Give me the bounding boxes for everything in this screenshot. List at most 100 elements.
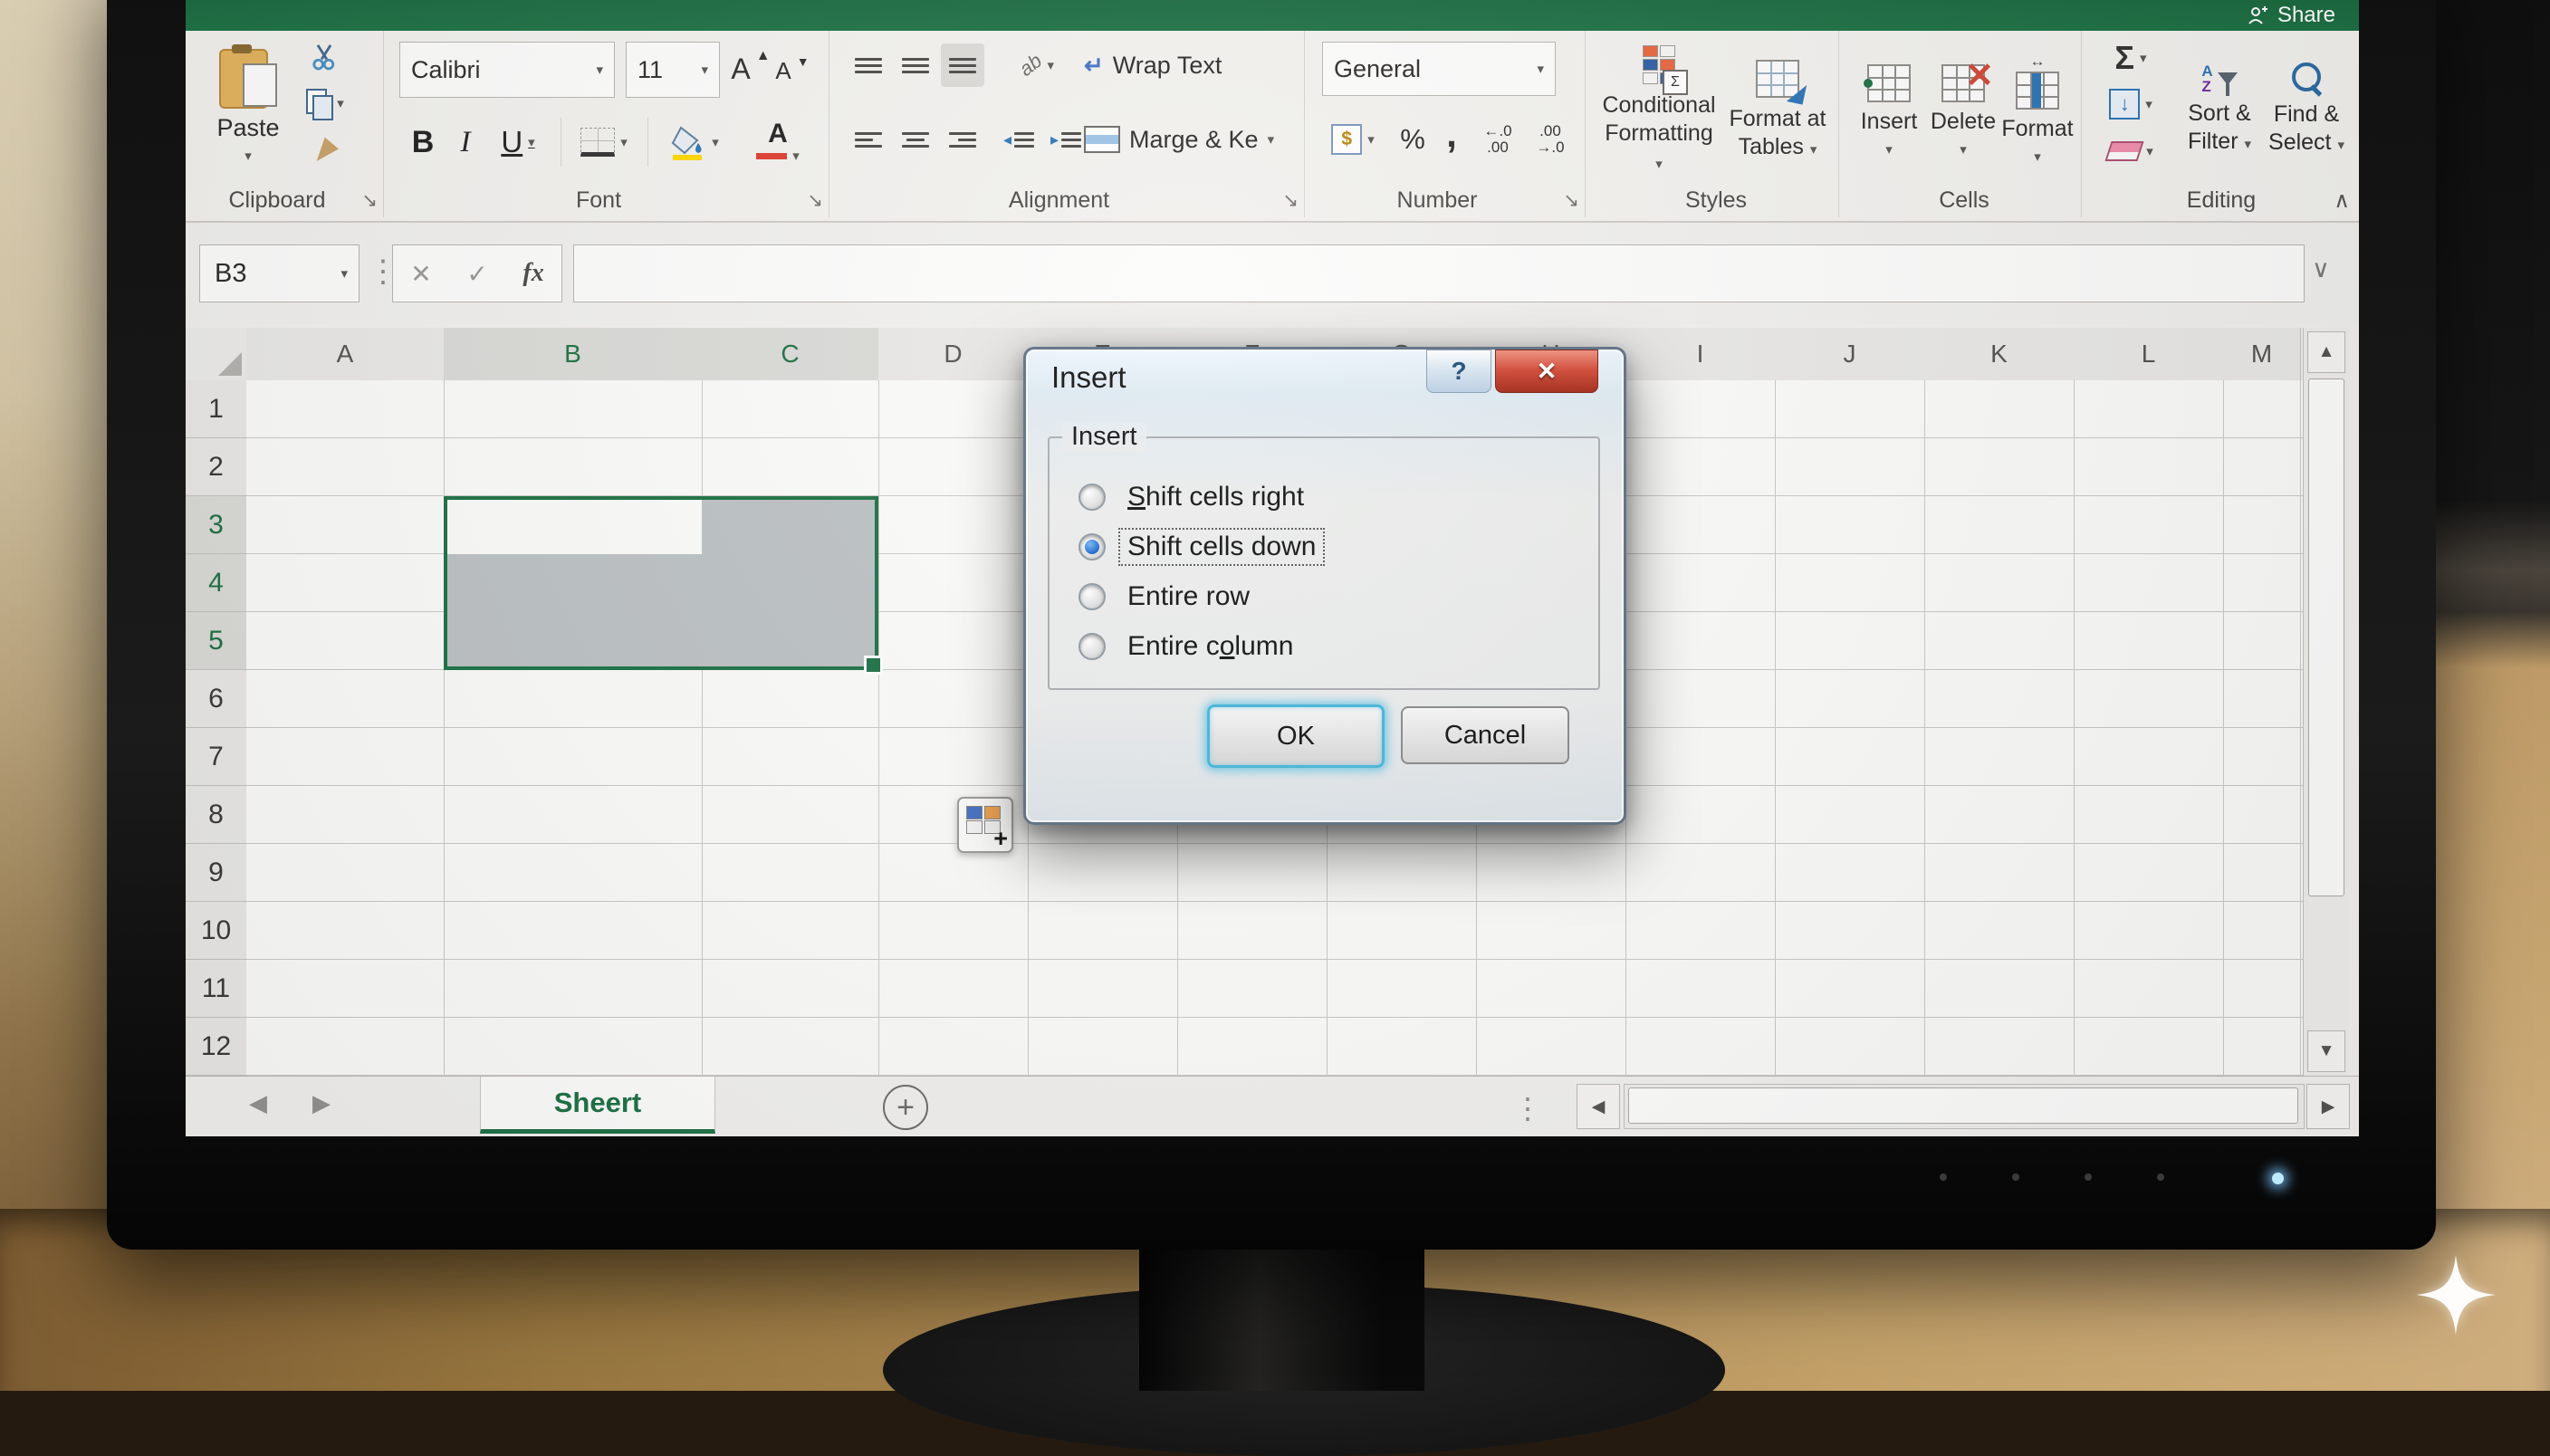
top-align-button[interactable] xyxy=(847,43,890,87)
conditional-formatting-button[interactable]: Σ ConditionalFormatting ▾ xyxy=(1599,36,1719,187)
radio-icon[interactable] xyxy=(1078,583,1106,610)
scroll-left-icon[interactable]: ◀ xyxy=(1577,1084,1620,1129)
sheet-tab-active[interactable]: Sheert xyxy=(480,1077,715,1134)
column-header-I[interactable]: I xyxy=(1625,328,1776,382)
horizontal-scroll-thumb[interactable] xyxy=(1628,1087,2298,1124)
orientation-button[interactable]: ab ▾ xyxy=(1001,43,1073,87)
format-table-dropdown-icon[interactable]: ▾ xyxy=(1810,142,1817,158)
delete-dropdown-icon[interactable]: ▾ xyxy=(1960,141,1967,158)
sort-filter-dropdown-icon[interactable]: ▾ xyxy=(2244,137,2251,152)
row-header-4[interactable]: 4 xyxy=(186,554,250,612)
find-select-button[interactable]: Find &Select ▾ xyxy=(2264,38,2349,183)
number-dialog-launcher-icon[interactable]: ↘ xyxy=(1563,189,1579,212)
vertical-scrollbar[interactable]: ▲ ▼ xyxy=(2303,328,2349,1076)
font-color-button[interactable]: A ▾ xyxy=(740,116,816,168)
scroll-down-icon[interactable]: ▼ xyxy=(2307,1030,2345,1072)
italic-button[interactable]: I xyxy=(448,118,483,167)
insert-cells-button[interactable]: Insert ▾ xyxy=(1855,38,1923,183)
font-color-dropdown-icon[interactable]: ▾ xyxy=(792,148,800,164)
copy-dropdown-icon[interactable]: ▾ xyxy=(337,95,344,111)
radio-icon[interactable] xyxy=(1078,633,1106,660)
scroll-up-icon[interactable]: ▲ xyxy=(2307,331,2345,373)
bottom-align-button[interactable] xyxy=(941,43,984,87)
merge-center-dropdown-icon[interactable]: ▾ xyxy=(1268,131,1275,148)
insert-function-icon[interactable]: fx xyxy=(522,259,543,288)
insert-dropdown-icon[interactable]: ▾ xyxy=(1885,141,1893,158)
collapse-ribbon-icon[interactable]: ∧ xyxy=(2334,187,2350,214)
format-cells-button[interactable]: ↔ Format ▾ xyxy=(2003,38,2072,183)
conditional-dropdown-icon[interactable]: ▾ xyxy=(1655,157,1663,172)
fill-dropdown-icon[interactable]: ▾ xyxy=(2145,96,2152,112)
confirm-entry-icon[interactable]: ✓ xyxy=(466,259,487,289)
cancel-entry-icon[interactable]: ✕ xyxy=(410,259,431,289)
horizontal-scrollbar[interactable] xyxy=(1624,1084,2305,1129)
dialog-help-button[interactable]: ? xyxy=(1426,350,1491,393)
font-name-select[interactable]: Calibri ▾ xyxy=(399,42,615,98)
radio-option-entire-row[interactable]: Entire row xyxy=(1078,581,1323,612)
autosum-dropdown-icon[interactable]: ▾ xyxy=(2140,50,2147,66)
cut-button[interactable] xyxy=(302,40,347,76)
fill-color-button[interactable]: ▾ xyxy=(657,116,733,168)
active-cell-B3[interactable] xyxy=(447,500,702,554)
paste-button[interactable]: Paste ▾ xyxy=(209,38,287,174)
column-header-B[interactable]: B xyxy=(444,328,703,384)
radio-icon[interactable] xyxy=(1078,484,1106,511)
shrink-font-button[interactable]: A▼ xyxy=(772,47,812,94)
grow-font-button[interactable]: A▲ xyxy=(729,43,772,94)
expand-formula-bar-icon[interactable]: ∨ xyxy=(2312,255,2330,283)
number-format-dropdown-icon[interactable]: ▾ xyxy=(1537,61,1544,77)
clipboard-dialog-launcher-icon[interactable]: ↘ xyxy=(361,189,378,212)
align-left-button[interactable] xyxy=(847,118,890,161)
align-center-button[interactable] xyxy=(894,118,937,161)
increase-indent-button[interactable]: ▸ xyxy=(1044,118,1088,161)
radio-selected-icon[interactable] xyxy=(1078,533,1106,560)
orientation-dropdown-icon[interactable]: ▾ xyxy=(1047,57,1054,73)
column-header-L[interactable]: L xyxy=(2074,328,2224,382)
align-right-button[interactable] xyxy=(941,118,984,161)
borders-dropdown-icon[interactable]: ▾ xyxy=(620,134,628,150)
selected-range[interactable] xyxy=(444,496,878,670)
sort-filter-button[interactable]: AZ Sort &Filter ▾ xyxy=(2177,38,2262,183)
row-header-6[interactable]: 6 xyxy=(186,670,247,728)
tab-scroll-right-icon[interactable]: ▶ xyxy=(312,1089,331,1117)
font-size-select[interactable]: 11 ▾ xyxy=(626,42,720,98)
row-header-10[interactable]: 10 xyxy=(186,902,247,960)
clear-dropdown-icon[interactable]: ▾ xyxy=(2146,143,2153,159)
radio-option-shift-cells-down[interactable]: Shift cells down xyxy=(1078,532,1323,562)
row-header-3[interactable]: 3 xyxy=(186,496,250,554)
dialog-close-button[interactable]: ✕ xyxy=(1495,350,1598,393)
row-header-2[interactable]: 2 xyxy=(186,438,247,496)
accounting-format-button[interactable]: $ ▾ xyxy=(1322,116,1384,163)
borders-button[interactable]: ▾ xyxy=(570,118,638,167)
column-header-D[interactable]: D xyxy=(878,328,1029,382)
fill-handle[interactable] xyxy=(864,656,883,675)
autosum-button[interactable]: Σ ▾ xyxy=(2095,36,2166,80)
scroll-right-icon[interactable]: ▶ xyxy=(2306,1084,2350,1129)
number-format-select[interactable]: General ▾ xyxy=(1322,42,1556,96)
paste-dropdown-icon[interactable]: ▾ xyxy=(244,148,252,164)
row-header-8[interactable]: 8 xyxy=(186,786,247,844)
percent-style-button[interactable]: % xyxy=(1393,116,1433,163)
select-all-corner[interactable] xyxy=(186,328,247,382)
font-dialog-launcher-icon[interactable]: ↘ xyxy=(807,189,823,212)
cancel-button[interactable]: Cancel xyxy=(1401,706,1569,764)
fill-color-dropdown-icon[interactable]: ▾ xyxy=(712,134,719,150)
column-header-A[interactable]: A xyxy=(246,328,445,382)
column-header-K[interactable]: K xyxy=(1924,328,2075,382)
fill-button[interactable]: ↓ ▾ xyxy=(2095,83,2166,125)
accounting-dropdown-icon[interactable]: ▾ xyxy=(1367,131,1375,148)
row-header-11[interactable]: 11 xyxy=(186,960,247,1018)
row-header-9[interactable]: 9 xyxy=(186,844,247,902)
tab-split-handle-icon[interactable]: ⋮ xyxy=(1513,1091,1542,1126)
clear-button[interactable]: ▾ xyxy=(2095,130,2166,172)
row-header-1[interactable]: 1 xyxy=(186,380,247,438)
wrap-text-button[interactable]: ↵ Wrap Text xyxy=(1084,43,1298,87)
name-box[interactable]: B3 ▾ xyxy=(199,244,359,302)
share-button[interactable]: Share xyxy=(2247,3,2335,28)
middle-align-button[interactable] xyxy=(894,43,937,87)
ok-button[interactable]: OK xyxy=(1207,704,1385,768)
alignment-dialog-launcher-icon[interactable]: ↘ xyxy=(1282,189,1299,212)
name-box-dropdown-icon[interactable]: ▾ xyxy=(340,265,359,282)
decrease-indent-button[interactable]: ◂ xyxy=(997,118,1040,161)
tab-scroll-left-icon[interactable]: ◀ xyxy=(249,1089,267,1117)
